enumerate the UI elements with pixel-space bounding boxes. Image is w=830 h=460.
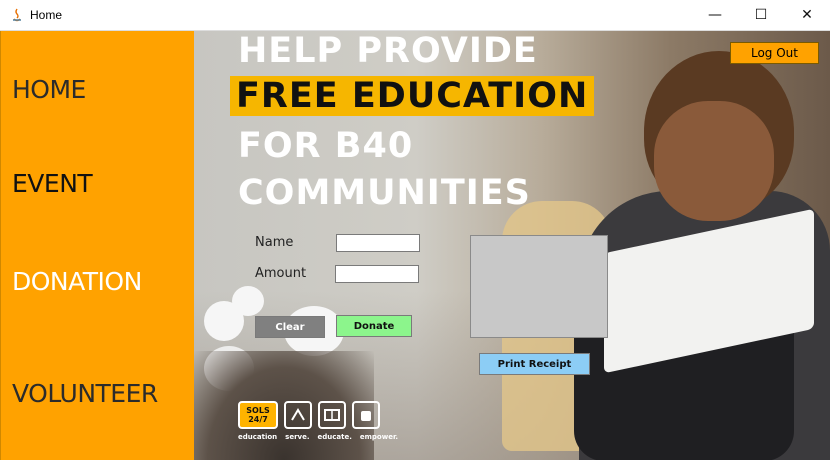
- logo-caption-empower: empower.: [359, 433, 399, 441]
- maximize-button[interactable]: ☐: [738, 0, 784, 30]
- close-button[interactable]: ✕: [784, 0, 830, 30]
- banner-line-4: COMMUNITIES: [238, 173, 531, 213]
- empower-icon: [352, 401, 380, 429]
- maximize-icon: ☐: [754, 7, 768, 23]
- amount-label: Amount: [255, 266, 307, 281]
- java-app-icon: [13, 8, 21, 22]
- minimize-button[interactable]: —: [692, 0, 738, 30]
- name-input[interactable]: [336, 234, 420, 252]
- banner-line-3: FOR B40: [238, 126, 414, 166]
- logo-caption-educate: educate.: [317, 433, 352, 441]
- nav-donation[interactable]: DONATION: [12, 267, 142, 296]
- window-title: Home: [30, 8, 63, 22]
- minimize-icon: —: [708, 7, 722, 23]
- sidebar: HOME EVENT DONATION VOLUNTEER: [0, 31, 194, 460]
- background-boy-face: [654, 101, 774, 221]
- window-titlebar: Home — ☐ ✕: [0, 0, 830, 31]
- close-icon: ✕: [801, 7, 813, 23]
- banner-line-1: HELP PROVIDE: [238, 31, 538, 71]
- sols-logo-text: SOLS 24/7: [246, 406, 270, 424]
- logo-caption-serve: serve.: [285, 433, 310, 441]
- amount-input[interactable]: [335, 265, 419, 283]
- name-label: Name: [255, 235, 294, 250]
- print-receipt-button[interactable]: Print Receipt: [479, 353, 590, 375]
- logo-captions: education serve. educate. empower.: [238, 433, 398, 441]
- donate-button[interactable]: Donate: [336, 315, 412, 337]
- serve-icon: [284, 401, 312, 429]
- receipt-area: [470, 235, 608, 338]
- nav-event[interactable]: EVENT: [12, 169, 93, 198]
- donation-panel: HELP PROVIDE FREE EDUCATION FOR B40 COMM…: [194, 31, 830, 460]
- banner-line-2: FREE EDUCATION: [230, 76, 595, 116]
- logo-caption-education: education: [238, 433, 278, 441]
- logo-row: SOLS 24/7: [238, 401, 380, 429]
- nav-volunteer[interactable]: VOLUNTEER: [12, 379, 158, 408]
- educate-icon: [318, 401, 346, 429]
- nav-home[interactable]: HOME: [12, 75, 86, 104]
- logout-button[interactable]: Log Out: [730, 42, 819, 64]
- sols-logo: SOLS 24/7: [238, 401, 278, 429]
- clear-button[interactable]: Clear: [255, 316, 325, 338]
